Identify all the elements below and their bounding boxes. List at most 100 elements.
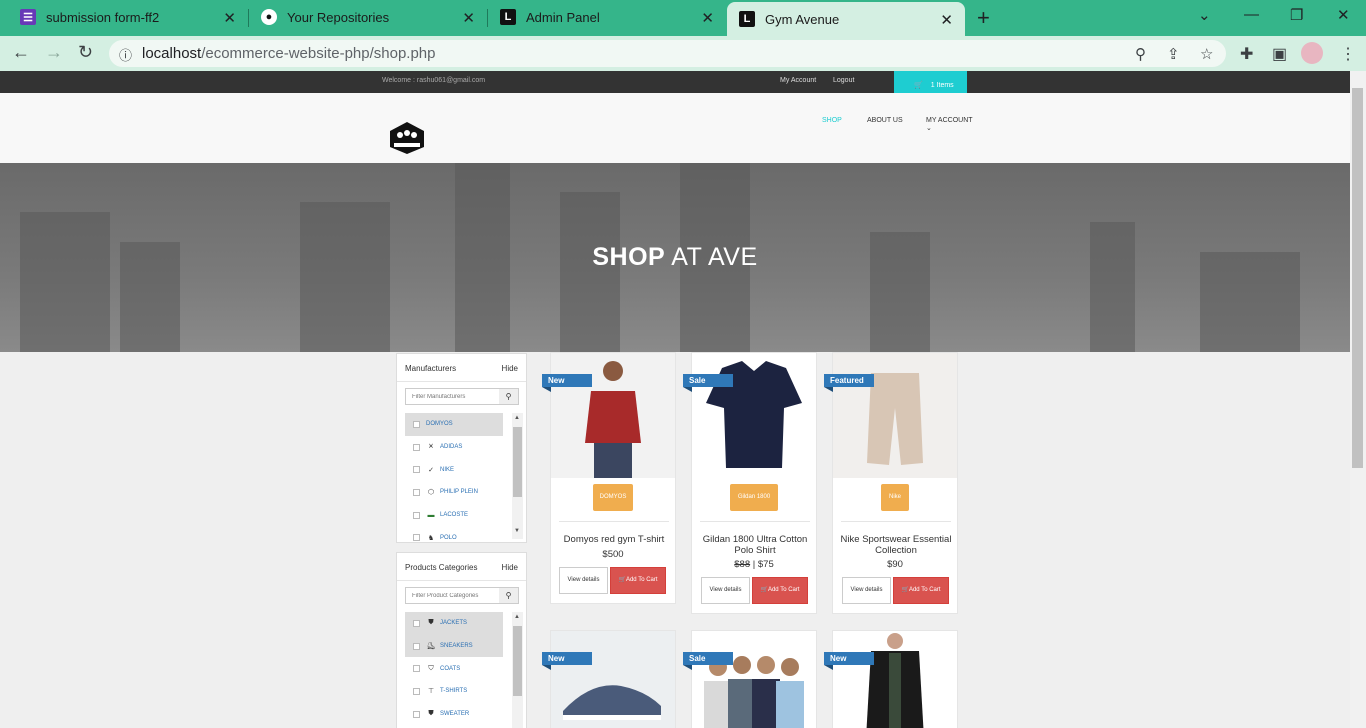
scroll-up-icon[interactable]: ▲ xyxy=(514,614,520,620)
tab-admin-panel[interactable]: L Admin Panel ✕ xyxy=(488,0,726,34)
reload-icon[interactable]: ↻ xyxy=(78,42,93,63)
logout-link[interactable]: Logout xyxy=(833,77,854,84)
list-item[interactable]: ⛸ SNEAKERS xyxy=(405,634,503,658)
list-item[interactable]: DOMYOS xyxy=(405,413,503,436)
checkbox[interactable] xyxy=(413,619,420,627)
avatar[interactable] xyxy=(1301,42,1323,64)
menu-shop[interactable]: SHOP xyxy=(822,117,842,124)
menu-about-us[interactable]: ABOUT US xyxy=(867,117,903,124)
close-icon[interactable]: ✕ xyxy=(940,11,953,29)
product-image[interactable] xyxy=(551,631,675,728)
product-card[interactable]: New DOMYOS Domyos red gym T-shirt $500 V… xyxy=(542,352,676,604)
close-icon[interactable]: ✕ xyxy=(223,9,236,27)
tab-search-icon[interactable]: ⌄ xyxy=(1198,6,1211,24)
coat-icon: ⛉ xyxy=(428,664,434,672)
page-scrollbar[interactable] xyxy=(1350,71,1366,728)
list-item[interactable]: ✓ NIKE xyxy=(405,458,503,481)
checkbox[interactable] xyxy=(413,665,420,673)
checkbox[interactable] xyxy=(413,466,420,474)
close-icon[interactable]: ✕ xyxy=(462,9,475,27)
extensions-icon[interactable]: ✚ xyxy=(1240,44,1253,64)
checkbox[interactable] xyxy=(413,642,420,650)
filter-manufacturers-input[interactable] xyxy=(406,389,500,404)
scroll-thumb[interactable] xyxy=(1352,88,1363,468)
back-icon[interactable]: ← xyxy=(12,42,30,63)
product-name[interactable]: Gildan 1800 Ultra Cotton Polo Shirt xyxy=(696,534,814,556)
close-icon[interactable]: ✕ xyxy=(701,9,714,27)
category-filter: ⚲ xyxy=(405,587,519,604)
hide-button[interactable]: Hide xyxy=(502,563,518,572)
checkbox[interactable] xyxy=(413,420,420,428)
brand-badge[interactable]: Nike xyxy=(881,484,909,511)
forward-icon[interactable]: → xyxy=(45,42,63,63)
address-bar[interactable]: ⓘ localhost/ecommerce-website-php/shop.p… xyxy=(109,40,1226,67)
product-card[interactable]: New xyxy=(542,630,676,728)
menu-my-account[interactable]: MY ACCOUNT xyxy=(926,117,973,124)
item-label: DOMYOS xyxy=(426,421,453,428)
list-item[interactable]: ⛉ COATS xyxy=(405,657,503,680)
list-item[interactable]: ⬡ PHILIP PLEIN xyxy=(405,481,503,504)
product-name[interactable]: Domyos red gym T-shirt xyxy=(555,534,673,545)
zoom-icon[interactable]: ⚲ xyxy=(1135,45,1146,63)
list-scrollbar[interactable]: ▲ ▼ xyxy=(512,413,523,539)
list-item[interactable]: ⊤ T-SHIRTS xyxy=(405,680,503,703)
scroll-up-icon[interactable]: ▲ xyxy=(514,415,520,421)
product-card[interactable]: Sale Gildan 1800 Gildan 1800 Ultra Cotto… xyxy=(683,352,817,614)
share-icon[interactable]: ⇪ xyxy=(1167,45,1180,63)
list-item[interactable]: ⩙ ADIDAS xyxy=(405,436,503,459)
list-scrollbar[interactable]: ▲ xyxy=(512,612,523,728)
product-image[interactable] xyxy=(551,353,675,478)
filter-categories-input[interactable] xyxy=(406,588,500,603)
product-image[interactable] xyxy=(833,353,957,478)
welcome-text: Welcome : rashu061@gmail.com xyxy=(382,77,486,84)
my-account-link[interactable]: My Account xyxy=(780,77,816,84)
add-to-cart-button[interactable]: 🛒Add To Cart xyxy=(893,577,949,604)
checkbox[interactable] xyxy=(413,534,420,542)
list-item[interactable]: ⛊ SWEATER xyxy=(405,703,503,726)
bookmark-star-icon[interactable]: ☆ xyxy=(1200,45,1213,63)
product-price: $500 xyxy=(602,549,624,560)
gym-avenue-logo[interactable] xyxy=(388,121,426,155)
checkbox[interactable] xyxy=(413,710,420,718)
product-image[interactable] xyxy=(692,353,816,478)
tab-gym-avenue[interactable]: L Gym Avenue ✕ xyxy=(727,2,965,36)
minimize-icon[interactable]: — xyxy=(1244,6,1259,23)
checkbox[interactable] xyxy=(413,488,420,496)
search-icon[interactable]: ⚲ xyxy=(499,588,518,603)
scroll-down-icon[interactable]: ▼ xyxy=(514,528,520,534)
brand-badge[interactable]: DOMYOS xyxy=(593,484,633,511)
restore-icon[interactable]: ❐ xyxy=(1290,6,1303,24)
side-panel-icon[interactable]: ▣ xyxy=(1272,44,1287,64)
checkbox[interactable] xyxy=(413,687,420,695)
scroll-thumb[interactable] xyxy=(513,626,522,696)
product-card[interactable]: Featured Nike Nike Sportswear Essential … xyxy=(824,352,958,614)
new-tab-icon[interactable]: + xyxy=(977,5,990,31)
view-details-button[interactable]: View details xyxy=(842,577,891,604)
product-image[interactable] xyxy=(833,631,957,728)
close-window-icon[interactable]: ✕ xyxy=(1337,6,1350,24)
search-icon[interactable]: ⚲ xyxy=(499,389,518,404)
scroll-thumb[interactable] xyxy=(513,427,522,497)
list-item[interactable]: ⛊ JACKETS xyxy=(405,612,503,635)
view-details-button[interactable]: View details xyxy=(559,567,608,594)
list-item[interactable]: ♞ POLO xyxy=(405,526,503,549)
tab-submission-form[interactable]: ☰ submission form-ff2 ✕ xyxy=(8,0,248,34)
product-card[interactable]: New xyxy=(824,630,958,728)
chevron-down-icon[interactable]: ⌄ xyxy=(926,124,932,132)
view-details-button[interactable]: View details xyxy=(701,577,750,604)
brand-badge[interactable]: Gildan 1800 xyxy=(730,484,778,511)
product-name[interactable]: Nike Sportswear Essential Collection xyxy=(837,534,955,556)
list-item[interactable]: ▬ LACOSTE xyxy=(405,504,503,527)
product-image[interactable] xyxy=(692,631,816,728)
add-to-cart-button[interactable]: 🛒Add To Cart xyxy=(752,577,808,604)
product-card[interactable]: Sale xyxy=(683,630,817,728)
site-info-icon[interactable]: ⓘ xyxy=(119,45,132,64)
add-to-cart-button[interactable]: 🛒Add To Cart xyxy=(610,567,666,594)
checkbox[interactable] xyxy=(413,511,420,519)
l-logo-icon: L xyxy=(739,11,755,27)
checkbox[interactable] xyxy=(413,443,420,451)
menu-kebab-icon[interactable]: ⋮ xyxy=(1340,44,1356,64)
tab-your-repositories[interactable]: ● Your Repositories ✕ xyxy=(249,0,487,34)
hide-button[interactable]: Hide xyxy=(502,364,518,373)
cart-button[interactable]: 🛒 1 Items xyxy=(894,71,967,93)
